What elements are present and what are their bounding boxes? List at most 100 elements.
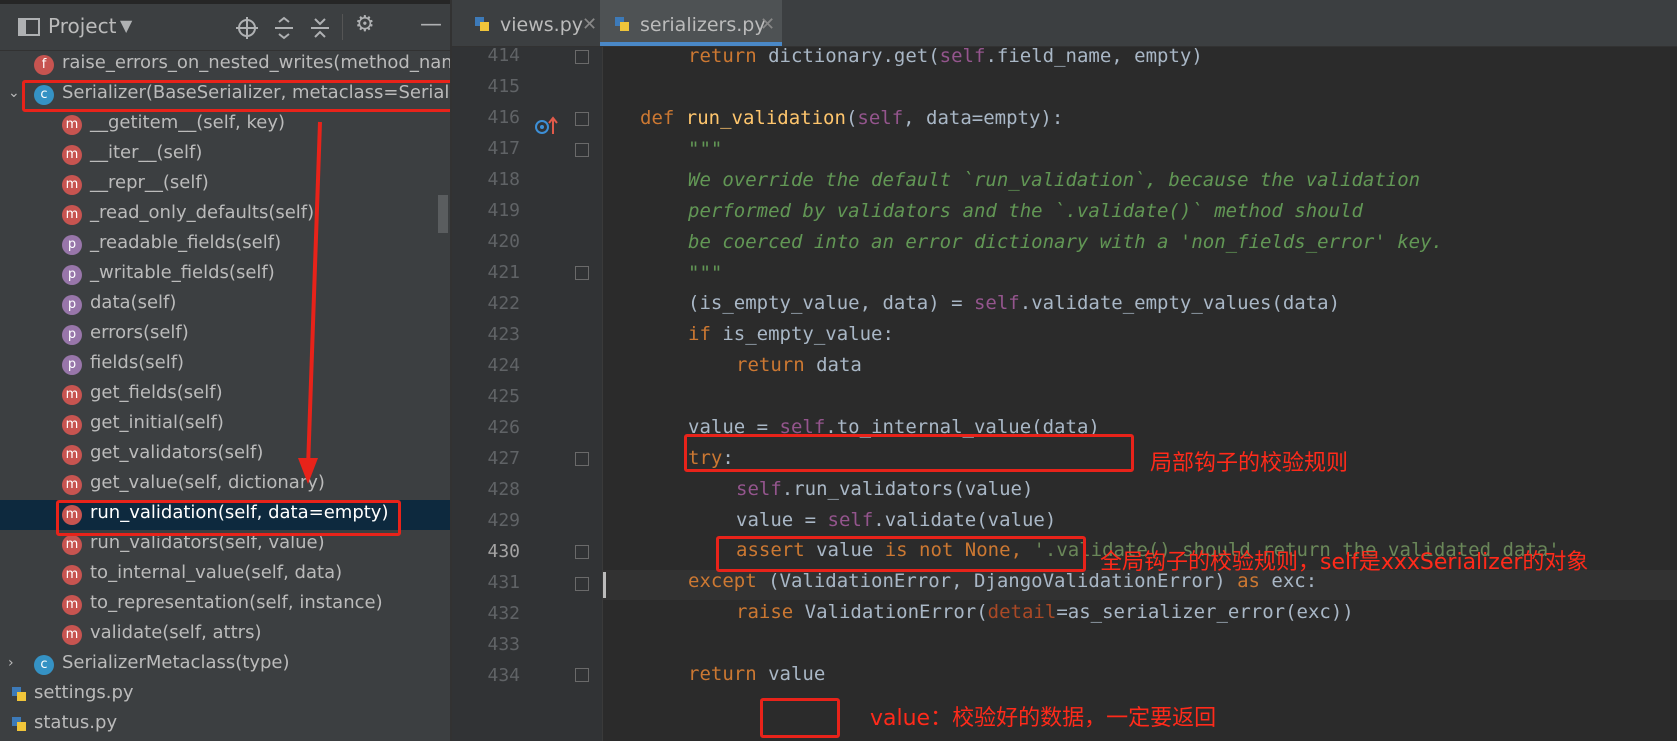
line-number: 419 — [487, 200, 520, 221]
highlight-to-internal-value — [684, 434, 1134, 472]
code-line-416[interactable]: def run_validation(self, data=empty): — [640, 107, 1063, 129]
tree-item[interactable]: m to_internal_value(self, data) — [0, 560, 450, 590]
self-token: self — [827, 509, 874, 531]
class-icon: c — [34, 655, 54, 675]
fold-marker-icon[interactable] — [575, 143, 589, 157]
keyword-return: return — [688, 45, 757, 67]
chevron-down-icon[interactable]: ▼ — [120, 16, 132, 35]
project-header: Project ▼ ⚙ — — [0, 4, 450, 51]
line-number: 428 — [487, 479, 520, 500]
code-line-414[interactable]: return dictionary.get(self.field_name, e… — [688, 45, 1203, 67]
tree-item[interactable]: settings.py — [0, 680, 450, 710]
tree-item[interactable]: m to_representation(self, instance) — [0, 590, 450, 620]
tab-label: serializers.py — [640, 14, 766, 36]
python-file-icon — [12, 717, 26, 731]
self-token: self — [857, 107, 904, 129]
fold-marker-icon[interactable] — [575, 452, 589, 466]
code-line-421[interactable]: """ — [688, 262, 722, 284]
tree-item-label: data(self) — [90, 292, 177, 313]
gear-icon[interactable]: ⚙ — [355, 12, 375, 37]
collapse-all-icon[interactable] — [308, 16, 332, 40]
tree-item[interactable]: p data(self) — [0, 290, 450, 320]
tree-item[interactable]: m __iter__(self) — [0, 140, 450, 170]
tree-item[interactable]: m get_initial(self) — [0, 410, 450, 440]
tree-item[interactable]: m _read_only_defaults(self) — [0, 200, 450, 230]
tree-item-label: __iter__(self) — [90, 142, 203, 163]
tree-item[interactable]: f raise_errors_on_nested_writes(method_n… — [0, 50, 450, 80]
code-text: is_empty_value: — [710, 323, 894, 345]
tree-item[interactable]: status.py — [0, 710, 450, 740]
code-line-428[interactable]: self.run_validators(value) — [736, 478, 1033, 500]
tree-item[interactable]: p errors(self) — [0, 320, 450, 350]
line-number: 429 — [487, 510, 520, 531]
close-icon[interactable]: ✕ — [760, 14, 775, 35]
tree-item[interactable]: p _readable_fields(self) — [0, 230, 450, 260]
tree-item-label: __repr__(self) — [90, 172, 209, 193]
fold-marker-icon[interactable] — [575, 112, 589, 126]
tree-item[interactable]: m validate(self, attrs) — [0, 620, 450, 650]
line-number: 432 — [487, 603, 520, 624]
tab-serializers-py[interactable]: serializers.py ✕ — [600, 0, 782, 46]
annotation-return-value: value：校验好的数据，一定要返回 — [870, 706, 1217, 731]
code-line-422[interactable]: (is_empty_value, data) = self.validate_e… — [688, 292, 1340, 314]
override-method-icon[interactable] — [534, 116, 560, 138]
method-icon: m — [62, 475, 82, 495]
keyword-return: return — [688, 663, 757, 685]
code-text: .run_validators(value) — [781, 478, 1034, 500]
line-number: 425 — [487, 386, 520, 407]
code-text: =as_serializer_error(exc)) — [1056, 601, 1354, 623]
expand-all-icon[interactable] — [272, 16, 296, 40]
tree-item[interactable]: m __getitem__(self, key) — [0, 110, 450, 140]
tree-item-label: _writable_fields(self) — [90, 262, 275, 283]
highlight-run-validation — [56, 500, 401, 536]
code-line-417[interactable]: """ — [688, 138, 722, 160]
self-token: self — [973, 292, 1020, 314]
scrollbar-thumb[interactable] — [438, 195, 448, 233]
self-token: self — [939, 45, 986, 67]
fold-marker-icon[interactable] — [575, 266, 589, 280]
chevron-right-icon[interactable]: › — [8, 655, 14, 671]
tree-item[interactable]: › c SerializerMetaclass(type) — [0, 650, 450, 680]
tree-item[interactable]: m get_validators(self) — [0, 440, 450, 470]
tree-item[interactable]: p _writable_fields(self) — [0, 260, 450, 290]
method-icon: m — [62, 415, 82, 435]
tree-item-label: settings.py — [34, 682, 134, 703]
project-view-icon[interactable] — [18, 18, 40, 36]
tree-item[interactable]: m get_value(self, dictionary) — [0, 470, 450, 500]
code-line-418[interactable]: We override the default `run_validation`… — [688, 169, 1420, 191]
line-number: 415 — [487, 76, 520, 97]
chevron-down-icon[interactable]: ⌄ — [8, 85, 20, 101]
code-text: ( — [845, 107, 858, 129]
code-line-423[interactable]: if is_empty_value: — [688, 323, 894, 345]
line-number: 434 — [487, 665, 520, 686]
project-title[interactable]: Project — [48, 14, 116, 38]
fold-marker-icon[interactable] — [575, 545, 589, 559]
tab-label: views.py — [500, 14, 583, 36]
annotation-local-hook: 局部钩子的校验规则 — [1150, 451, 1349, 476]
code-text: value — [768, 663, 826, 685]
locate-icon[interactable] — [235, 16, 259, 40]
close-icon[interactable]: ✕ — [582, 14, 597, 35]
fold-marker-icon[interactable] — [575, 668, 589, 682]
code-line-429[interactable]: value = self.validate(value) — [736, 509, 1056, 531]
code-line-424[interactable]: return data — [736, 354, 862, 376]
highlight-serializer-class — [22, 80, 450, 112]
python-file-icon — [615, 17, 629, 31]
code-line-432[interactable]: raise ValidationError(detail=as_serializ… — [736, 601, 1354, 623]
annotation-global-hook: 全局钩子的校验规则，self是xxxSerializer的对象 — [1100, 550, 1589, 575]
tab-views-py[interactable]: views.py ✕ — [460, 0, 600, 46]
method-icon: m — [62, 145, 82, 165]
code-line-420[interactable]: be coerced into an error dictionary with… — [688, 231, 1443, 253]
fold-marker-icon[interactable] — [575, 50, 589, 64]
tree-item[interactable]: p fields(self) — [0, 350, 450, 380]
line-number: 421 — [487, 262, 520, 283]
code-text: .field_name, empty) — [985, 45, 1203, 67]
code-line-419[interactable]: performed by validators and the `.valida… — [688, 200, 1363, 222]
minimize-icon[interactable]: — — [420, 12, 442, 37]
fold-marker-icon[interactable] — [575, 577, 589, 591]
tree-item[interactable]: m __repr__(self) — [0, 170, 450, 200]
code-line-434[interactable]: return value — [688, 663, 825, 685]
red-arrow-icon — [298, 121, 322, 484]
line-number: 420 — [487, 231, 520, 252]
tree-item[interactable]: m get_fields(self) — [0, 380, 450, 410]
